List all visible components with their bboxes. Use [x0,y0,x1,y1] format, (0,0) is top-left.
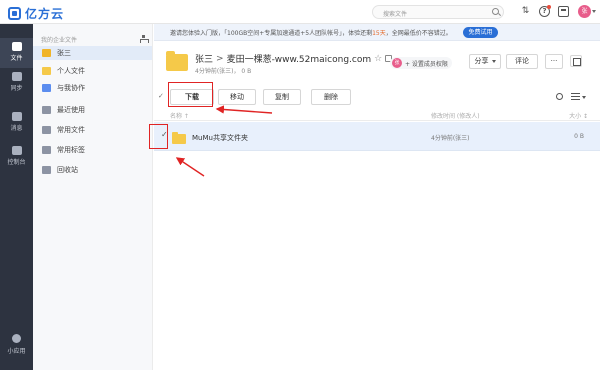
checkbox-highlight-box [149,124,168,149]
subnav-label: 张三 [57,49,71,57]
select-all-checkbox[interactable]: ✓ [158,92,164,100]
subnav-item-trash[interactable]: 回收站 [33,163,152,177]
member-avatar: 张 [392,58,402,68]
window-icon[interactable] [558,6,569,17]
search-icon[interactable] [556,93,563,100]
subnav-label: 个人文件 [57,67,85,75]
comment-button[interactable]: 评论 [506,54,538,69]
chevron-down-icon[interactable] [592,10,596,13]
file-modified: 4分钟前(张三) [431,135,470,142]
copy-button[interactable]: 复制 [263,89,301,105]
notice-text: 邀请您体验入门版，「100GB空间+专属加速通道+5人团队帐号」，体验还剩15天… [170,28,452,37]
folder-meta: 4分钟前(张三)， 0 B [195,68,252,75]
free-trial-button[interactable]: 免费试用 [463,27,498,38]
nav-files[interactable]: 文件 [0,38,33,68]
member-permission-button[interactable]: 张 + 设置成员权限 [390,57,452,69]
apps-icon [12,334,21,343]
logo-icon [8,7,21,20]
column-name[interactable]: 名称 ↑ [170,111,189,120]
org-tree-icon[interactable] [140,35,149,43]
message-icon [11,112,22,121]
layout-icon[interactable] [570,55,582,67]
nav-console[interactable]: 控制台 [0,142,33,172]
trial-notice-bar: 邀请您体验入门版，「100GB空间+专属加速通道+5人团队帐号」，体验还剩15天… [154,24,600,41]
subnav-item-recent[interactable]: 最近使用 [33,103,152,117]
favorite-file-icon [42,126,51,134]
column-size[interactable]: 大小 ↕ [569,111,588,120]
tag-icon [42,146,51,154]
console-icon [11,146,22,155]
nav-mini-apps[interactable]: 小应用 [0,332,33,362]
sync-icon [11,72,22,81]
nav-sync[interactable]: 同步 [0,68,33,98]
nav-label: 文件 [10,55,23,62]
help-glyph: ? [542,7,547,15]
help-icon[interactable]: ? [539,5,551,17]
permission-label: + 设置成员权限 [405,60,448,68]
recent-icon [42,106,51,114]
notice-suffix: ，全网最低价不容错过。 [385,30,452,37]
nav-label: 控制台 [7,159,26,166]
folder-icon [166,51,188,71]
move-button[interactable]: 移动 [218,89,256,105]
nav-messages[interactable]: 消息 [0,108,33,138]
file-icon [11,42,22,51]
subnav-item-collab[interactable]: 与我协作 [33,81,152,95]
logo-text: 亿方云 [25,7,65,21]
personal-folder-icon [42,67,51,75]
breadcrumb-current: 麦田一棵葱-www.52maicong.com [226,55,372,65]
trash-icon [42,166,51,174]
folder-icon [172,132,186,144]
file-name[interactable]: MuMu共享文件夹 [192,133,248,143]
list-view-icon[interactable] [571,93,580,100]
subnav-label: 最近使用 [57,106,85,114]
subnav-item-tags[interactable]: 常用标签 [33,143,152,157]
subnav-label: 常用文件 [57,126,85,134]
file-size: 0 B [574,133,584,140]
star-icon[interactable]: ☆ [374,54,382,64]
user-avatar[interactable]: 张 [578,5,591,18]
breadcrumb-parent[interactable]: 张三 [195,52,213,65]
collab-icon [42,84,51,92]
subnav-label: 与我协作 [57,84,85,92]
subnav-item-frequent-files[interactable]: 常用文件 [33,123,152,137]
arrow-to-checkbox [175,157,205,177]
delete-button[interactable]: 删除 [311,89,351,105]
nav-label: 同步 [10,85,23,92]
column-modified[interactable]: 修改时间 (修改人) [431,111,480,120]
transfer-icon[interactable]: ⇅ [520,6,531,17]
secondary-nav: 我的企业文件 张三 个人文件 与我协作 最近使用 常用文件 常用标签 回收站 [33,24,153,370]
subnav-label: 回收站 [57,166,78,174]
left-nav: 文件 同步 消息 控制台 小应用 [0,24,33,370]
notice-days: 15天 [372,30,386,37]
top-bar: 亿方云 搜索文件 ⇅ ? 张 [0,0,600,24]
search-icon[interactable] [492,8,499,15]
app-logo[interactable]: 亿方云 [8,5,64,22]
breadcrumb-separator: > [216,53,224,64]
breadcrumb: 张三 > 麦田一棵葱-www.52maicong.com ☆ [195,52,393,65]
share-button[interactable]: 分享 [469,54,501,69]
subnav-item-personal[interactable]: 个人文件 [33,64,152,78]
file-list-header: 名称 ↑ 修改时间 (修改人) 大小 ↕ [154,108,600,121]
chevron-down-icon [491,59,496,63]
notice-prefix: 邀请您体验入门版，「100GB空间+专属加速通道+5人团队帐号」，体验还剩 [170,30,373,37]
download-highlight-box [168,82,213,107]
chevron-down-icon[interactable] [582,96,586,99]
subnav-label: 常用标签 [57,146,85,154]
search-placeholder: 搜索文件 [383,11,408,18]
more-button[interactable]: ··· [545,54,563,69]
share-label: 分享 [474,57,489,65]
subnav-item-zhangsan[interactable]: 张三 [33,46,152,60]
section-title: 我的企业文件 [41,37,78,44]
notification-dot [547,5,551,9]
global-search-input[interactable]: 搜索文件 [372,5,504,19]
nav-label: 小应用 [7,348,26,355]
user-folder-icon [42,49,51,57]
nav-label: 消息 [10,125,23,132]
table-row[interactable]: ✓ MuMu共享文件夹 4分钟前(张三) 0 B [154,122,600,151]
